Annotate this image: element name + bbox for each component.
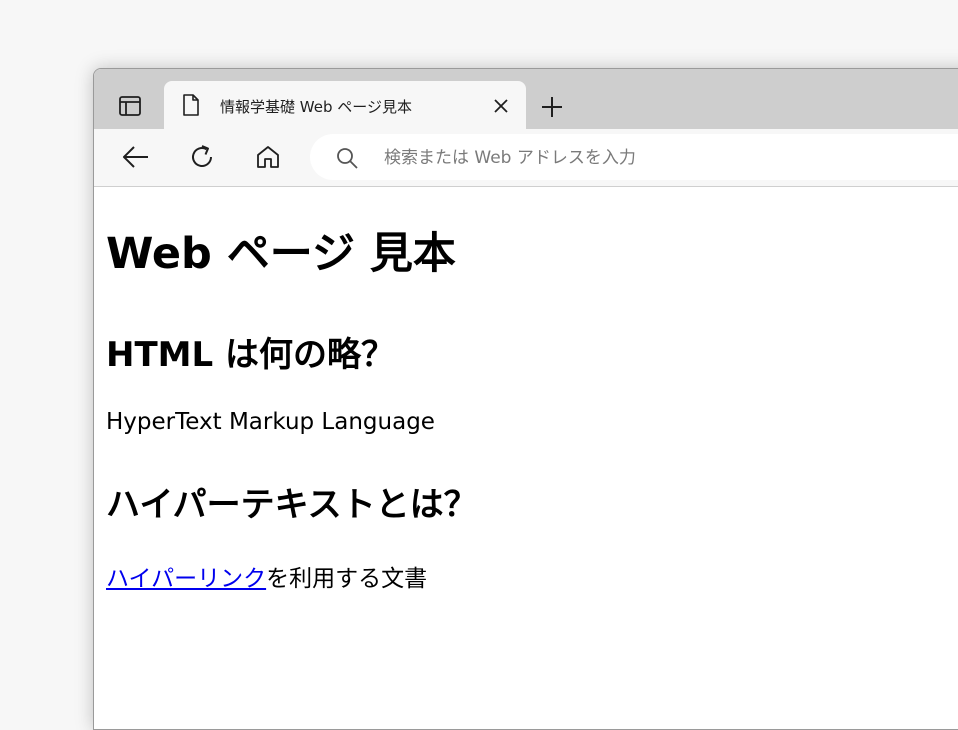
tab-active[interactable]: 情報学基礎 Web ページ見本 xyxy=(164,81,526,131)
home-button[interactable] xyxy=(250,139,286,175)
search-icon xyxy=(336,147,358,173)
address-input[interactable] xyxy=(382,144,946,172)
page-heading: Web ページ 見本 xyxy=(106,229,456,279)
back-arrow-icon xyxy=(123,146,148,168)
back-button[interactable] xyxy=(118,139,154,175)
home-icon xyxy=(257,146,279,168)
tab-strip: 情報学基礎 Web ページ見本 xyxy=(94,69,958,131)
new-tab-button[interactable] xyxy=(538,93,566,121)
tab-actions-button[interactable] xyxy=(108,91,152,121)
refresh-button[interactable] xyxy=(184,139,220,175)
tab-close-button[interactable] xyxy=(490,95,512,117)
hyperlink-link[interactable]: ハイパーリンク xyxy=(106,566,266,592)
navigation-toolbar xyxy=(94,129,958,187)
section-text-hypertext: ハイパーリンクを利用する文書 xyxy=(106,559,427,593)
page-content: Web ページ 見本 HTML は何の略？ HyperText Markup L… xyxy=(94,187,958,729)
plus-icon xyxy=(542,97,562,117)
address-bar[interactable] xyxy=(310,134,958,180)
page-icon xyxy=(182,94,200,120)
section-text-suffix: を利用する文書 xyxy=(266,566,428,592)
tab-actions-icon xyxy=(119,96,141,116)
refresh-icon xyxy=(192,145,212,167)
section-heading-html: HTML は何の略？ xyxy=(106,335,395,375)
tab-title: 情報学基礎 Web ページ見本 xyxy=(220,98,412,116)
close-icon xyxy=(494,99,508,113)
section-heading-hypertext: ハイパーテキストとは？ xyxy=(106,485,478,525)
section-text-html: HyperText Markup Language xyxy=(106,409,435,435)
browser-window: 情報学基礎 Web ページ見本 検索または Web アドレスを入力 Web ペー… xyxy=(93,68,958,730)
